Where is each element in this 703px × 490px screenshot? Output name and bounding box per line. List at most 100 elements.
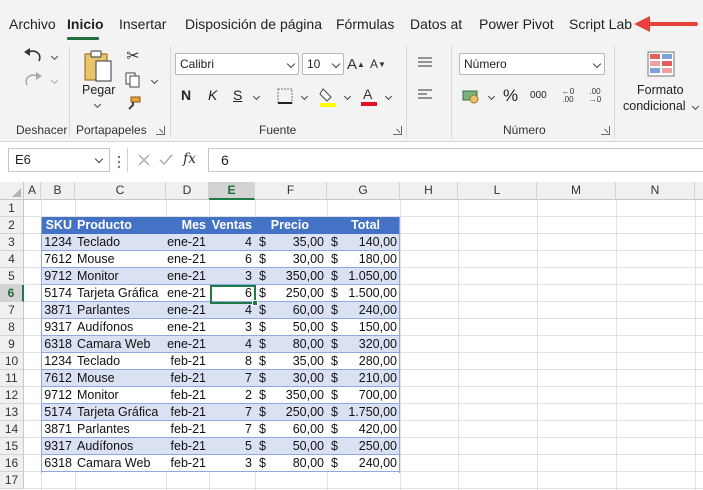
cell-precio[interactable]: $30,00 <box>255 251 327 268</box>
cell-total[interactable]: $280,00 <box>327 353 400 370</box>
cell-producto[interactable]: Audífonos <box>75 438 166 455</box>
column-header-m[interactable]: M <box>537 182 616 200</box>
cell-ventas[interactable]: 8 <box>209 353 255 370</box>
column-header-g[interactable]: G <box>327 182 400 200</box>
fill-color-icon[interactable] <box>318 86 338 108</box>
cell-total[interactable]: $210,00 <box>327 370 400 387</box>
cell-producto[interactable]: Monitor <box>75 387 166 404</box>
tab-formulas[interactable]: Fórmulas <box>336 16 394 32</box>
cell-total[interactable]: $140,00 <box>327 234 400 251</box>
undo-icon[interactable] <box>20 46 46 68</box>
column-header-e[interactable]: E <box>209 182 255 200</box>
cell-sku[interactable]: 3871 <box>41 302 75 319</box>
tab-archivo[interactable]: Archivo <box>9 16 56 32</box>
row-header-11[interactable]: 11 <box>0 370 24 387</box>
cell-producto[interactable]: Audífonos <box>75 319 166 336</box>
cell-producto[interactable]: Monitor <box>75 268 166 285</box>
cell-sku[interactable]: 1234 <box>41 234 75 251</box>
borders-icon[interactable] <box>275 86 295 106</box>
column-header-partial[interactable] <box>695 182 703 200</box>
cell-ventas[interactable]: 7 <box>209 421 255 438</box>
cell-mes[interactable]: ene-21 <box>166 251 209 268</box>
cell-total[interactable]: $150,00 <box>327 319 400 336</box>
conditional-format-dropdown-icon[interactable] <box>691 102 700 111</box>
tab-power-pivot[interactable]: Power Pivot <box>479 16 554 32</box>
name-box[interactable]: E6 <box>8 148 110 172</box>
cell-ventas[interactable]: 3 <box>209 268 255 285</box>
row-header-14[interactable]: 14 <box>0 421 24 438</box>
redo-icon[interactable] <box>20 70 46 92</box>
cell-total[interactable]: $420,00 <box>327 421 400 438</box>
table-header-mes[interactable]: Mes <box>166 217 209 234</box>
font-name-select[interactable]: Calibri <box>175 53 299 75</box>
row-header-10[interactable]: 10 <box>0 353 24 370</box>
cell-mes[interactable]: feb-21 <box>166 387 209 404</box>
table-header-total[interactable]: Total <box>327 217 400 234</box>
cell-total[interactable]: $1.500,00 <box>327 285 400 302</box>
cell-mes[interactable]: ene-21 <box>166 285 209 302</box>
cell-producto[interactable]: Camara Web <box>75 455 166 472</box>
cell-ventas[interactable]: 2 <box>209 387 255 404</box>
row-header-16[interactable]: 16 <box>0 455 24 472</box>
cell-mes[interactable]: ene-21 <box>166 268 209 285</box>
cell-sku[interactable]: 6318 <box>41 336 75 353</box>
tab-disposicion-pagina[interactable]: Disposición de página <box>185 16 322 32</box>
cell-sku[interactable]: 9712 <box>41 268 75 285</box>
cell-producto[interactable]: Mouse <box>75 370 166 387</box>
cell-precio[interactable]: $50,00 <box>255 319 327 336</box>
table-header-ventas[interactable]: Ventas <box>209 217 255 234</box>
cell-total[interactable]: $180,00 <box>327 251 400 268</box>
cell-sku[interactable]: 5174 <box>41 404 75 421</box>
cell-ventas[interactable]: 7 <box>209 404 255 421</box>
row-header-5[interactable]: 5 <box>0 268 24 285</box>
number-format-select[interactable]: Número <box>459 53 605 75</box>
cell-precio[interactable]: $80,00 <box>255 336 327 353</box>
cell-ventas[interactable]: 4 <box>209 336 255 353</box>
increase-decimal-icon[interactable]: ←0.00 <box>557 86 579 106</box>
cell-precio[interactable]: $250,00 <box>255 404 327 421</box>
undo-dropdown-icon[interactable] <box>50 52 59 61</box>
cell-mes[interactable]: ene-21 <box>166 234 209 251</box>
column-header-d[interactable]: D <box>166 182 209 200</box>
cell-precio[interactable]: $60,00 <box>255 421 327 438</box>
increase-font-icon[interactable]: A ▲ <box>346 54 366 74</box>
clipboard-launcher-icon[interactable] <box>156 126 165 135</box>
cell-total[interactable]: $700,00 <box>327 387 400 404</box>
copy-icon[interactable] <box>123 70 143 90</box>
cell-mes[interactable]: ene-21 <box>166 336 209 353</box>
row-header-17[interactable]: 17 <box>0 472 24 489</box>
cell-ventas[interactable]: 3 <box>209 319 255 336</box>
table-header-producto[interactable]: Producto <box>75 217 166 234</box>
italic-button[interactable]: K <box>208 87 217 103</box>
cell-total[interactable]: $250,00 <box>327 438 400 455</box>
column-header-a[interactable]: A <box>24 182 41 200</box>
cut-icon[interactable]: ✂ <box>123 46 143 66</box>
align-left-icon[interactable] <box>414 86 436 104</box>
underline-dropdown-icon[interactable] <box>252 92 261 101</box>
percent-style-button[interactable]: % <box>503 86 518 106</box>
column-header-b[interactable]: B <box>41 182 75 200</box>
tab-script-lab[interactable]: Script Lab <box>569 16 632 32</box>
cell-mes[interactable]: feb-21 <box>166 370 209 387</box>
cell-producto[interactable]: Tarjeta Gráfica <box>75 285 166 302</box>
cell-precio[interactable]: $35,00 <box>255 353 327 370</box>
cell-ventas[interactable]: 6 <box>209 251 255 268</box>
cell-mes[interactable]: feb-21 <box>166 455 209 472</box>
copy-dropdown-icon[interactable] <box>150 76 159 85</box>
cell-mes[interactable]: feb-21 <box>166 353 209 370</box>
cell-precio[interactable]: $30,00 <box>255 370 327 387</box>
cell-precio[interactable]: $35,00 <box>255 234 327 251</box>
cell-sku[interactable]: 7612 <box>41 251 75 268</box>
font-color-icon[interactable]: A <box>359 85 379 107</box>
cell-producto[interactable]: Tarjeta Gráfica <box>75 404 166 421</box>
underline-button[interactable]: S <box>233 87 242 103</box>
enter-check-icon[interactable] <box>158 153 174 167</box>
more-options-icon[interactable] <box>117 155 121 169</box>
cell-total[interactable]: $240,00 <box>327 302 400 319</box>
cell-producto[interactable]: Teclado <box>75 234 166 251</box>
table-header-precio[interactable]: Precio <box>255 217 327 234</box>
cell-mes[interactable]: ene-21 <box>166 302 209 319</box>
column-header-l[interactable]: L <box>458 182 537 200</box>
row-header-8[interactable]: 8 <box>0 319 24 336</box>
accounting-dropdown-icon[interactable] <box>487 92 496 101</box>
